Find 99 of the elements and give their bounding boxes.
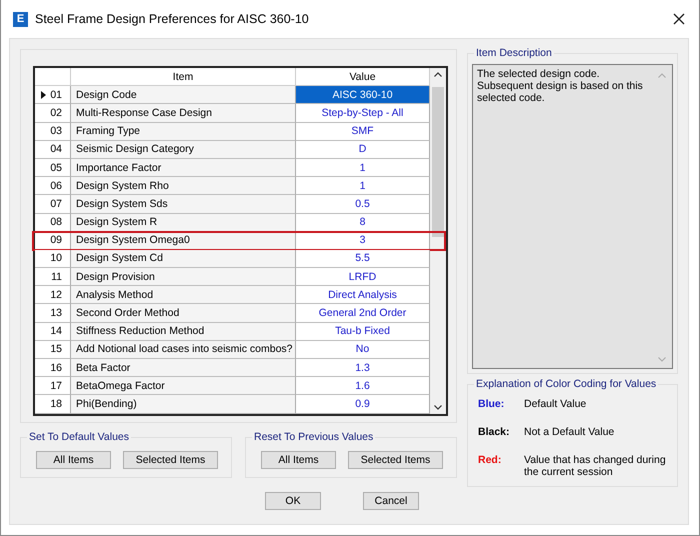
value-cell[interactable]: AISC 360-10 (296, 86, 430, 104)
row-number: 11 (51, 270, 62, 283)
column-header: Value (296, 68, 430, 86)
value-cell[interactable]: D (296, 140, 430, 159)
action-button[interactable]: Selected Items (123, 450, 218, 469)
color-label: Black: (478, 426, 511, 438)
row-number: 10 (50, 252, 62, 264)
description-text: The selected design code. Subsequent design is based on this selected code. (477, 68, 644, 104)
close-icon[interactable] (673, 13, 685, 25)
scrollbar[interactable] (430, 68, 446, 414)
table-cell: BetaOmega Factor (71, 377, 296, 396)
app-logo-icon: E (13, 12, 28, 26)
row-number-cell[interactable]: 05 (35, 158, 71, 178)
color-label: Red: (478, 454, 502, 468)
scroll-up-icon[interactable] (434, 72, 442, 77)
value-cell[interactable]: 8 (296, 214, 430, 232)
row-number: 16 (50, 362, 62, 374)
group-title: Reset To Previous Values (252, 430, 376, 443)
row-number-cell[interactable]: 11 (35, 268, 71, 286)
value-cell[interactable]: 5.5 (296, 250, 430, 268)
row-number: 02 (50, 106, 62, 119)
row-number-cell[interactable]: 04 (35, 140, 71, 159)
row-number: 01 (50, 88, 62, 101)
row-number-cell[interactable]: 12 (35, 286, 71, 304)
table-cell: Framing Type (71, 122, 296, 141)
value-cell[interactable]: General 2nd Order (296, 304, 430, 323)
row-number: 18 (50, 398, 62, 410)
row-number-cell[interactable]: 01 (35, 86, 71, 104)
row-number: 08 (50, 216, 62, 228)
table-cell: Phi(Bending) (71, 395, 296, 414)
row-number: 05 (50, 162, 62, 174)
row-number-cell[interactable]: 08 (35, 214, 71, 232)
value-cell[interactable]: 1 (296, 158, 430, 178)
value-cell[interactable]: No (296, 340, 430, 359)
scroll-up-icon (658, 73, 666, 78)
dialog-button[interactable]: Cancel (363, 492, 419, 510)
table-cell: Design System R (71, 214, 296, 232)
table-cell: Beta Factor (71, 359, 296, 378)
table-cell: Design System Sds (71, 195, 296, 214)
value-cell[interactable]: 1.6 (296, 377, 430, 396)
value-cell[interactable]: 0.9 (296, 395, 430, 414)
action-button[interactable]: All Items (261, 450, 336, 469)
color-description: Value that has changed during the current session (524, 454, 667, 478)
value-cell[interactable]: LRFD (296, 268, 430, 286)
row-number-cell[interactable]: 02 (35, 104, 71, 123)
row-number: 07 (50, 198, 62, 210)
scroll-thumb[interactable] (432, 87, 444, 237)
row-number-cell[interactable]: 14 (35, 322, 71, 341)
group-title: Item Description (474, 47, 554, 59)
action-button[interactable]: Selected Items (348, 450, 443, 469)
table-cell: Design System Cd (71, 250, 296, 268)
row-number: 06 (50, 180, 62, 192)
row-number-cell[interactable]: 15 (35, 340, 71, 359)
value-cell[interactable]: Tau-b Fixed (296, 322, 430, 341)
table-cell: Analysis Method (71, 286, 296, 304)
row-number: 09 (50, 234, 62, 246)
table-cell: Stiffness Reduction Method (71, 322, 296, 341)
action-button[interactable]: All Items (36, 450, 111, 469)
color-description: Not a Default Value (524, 426, 614, 438)
table-cell: Add Notional load cases into seismic combos? (71, 340, 296, 359)
table-cell: Seismic Design Category (71, 140, 296, 159)
row-number: 03 (50, 125, 62, 138)
value-cell[interactable]: Direct Analysis (296, 286, 430, 304)
color-description: Default Value (524, 398, 586, 410)
table-cell: Second Order Method (71, 304, 296, 323)
table-cell: Importance Factor (71, 158, 296, 178)
row-number: 12 (50, 288, 62, 301)
scroll-down-icon[interactable] (434, 404, 442, 410)
row-number-cell[interactable]: 18 (35, 395, 71, 414)
table-cell: Design System Rho (71, 177, 296, 196)
value-cell[interactable]: 1.3 (296, 359, 430, 378)
value-cell[interactable]: Step-by-Step - All (296, 104, 430, 123)
row-number-cell[interactable]: 16 (35, 359, 71, 378)
group-title: Set To Default Values (27, 430, 132, 443)
row-number: 14 (50, 325, 62, 338)
color-label: Blue: (478, 398, 506, 410)
window-title: Steel Frame Design Preferences for AISC 360-10 (35, 12, 310, 26)
current-row-icon (41, 90, 46, 99)
value-cell[interactable]: SMF (296, 122, 430, 141)
row-number: 13 (50, 307, 62, 320)
row-number-cell[interactable]: 06 (35, 177, 71, 196)
row-number: 15 (50, 343, 62, 356)
value-cell[interactable]: 1 (296, 177, 430, 196)
value-cell[interactable]: 0.5 (296, 195, 430, 214)
table-cell: Design System Omega0 (71, 232, 296, 250)
group-title: Explanation of Color Coding for Values (474, 378, 658, 390)
row-number-cell[interactable]: 07 (35, 195, 71, 214)
row-number-cell[interactable]: 03 (35, 122, 71, 141)
row-number-cell[interactable]: 10 (35, 250, 71, 268)
row-number: 17 (50, 380, 62, 392)
row-number: 04 (50, 143, 62, 156)
table-cell: Design Code (71, 86, 296, 104)
scroll-down-icon (658, 357, 666, 362)
row-number-cell[interactable]: 13 (35, 304, 71, 323)
column-header: Item (71, 68, 296, 86)
table-cell: Multi-Response Case Design (71, 104, 296, 123)
dialog-button[interactable]: OK (265, 492, 321, 510)
table-cell: Design Provision (71, 268, 296, 286)
row-number-cell[interactable]: 17 (35, 377, 71, 396)
